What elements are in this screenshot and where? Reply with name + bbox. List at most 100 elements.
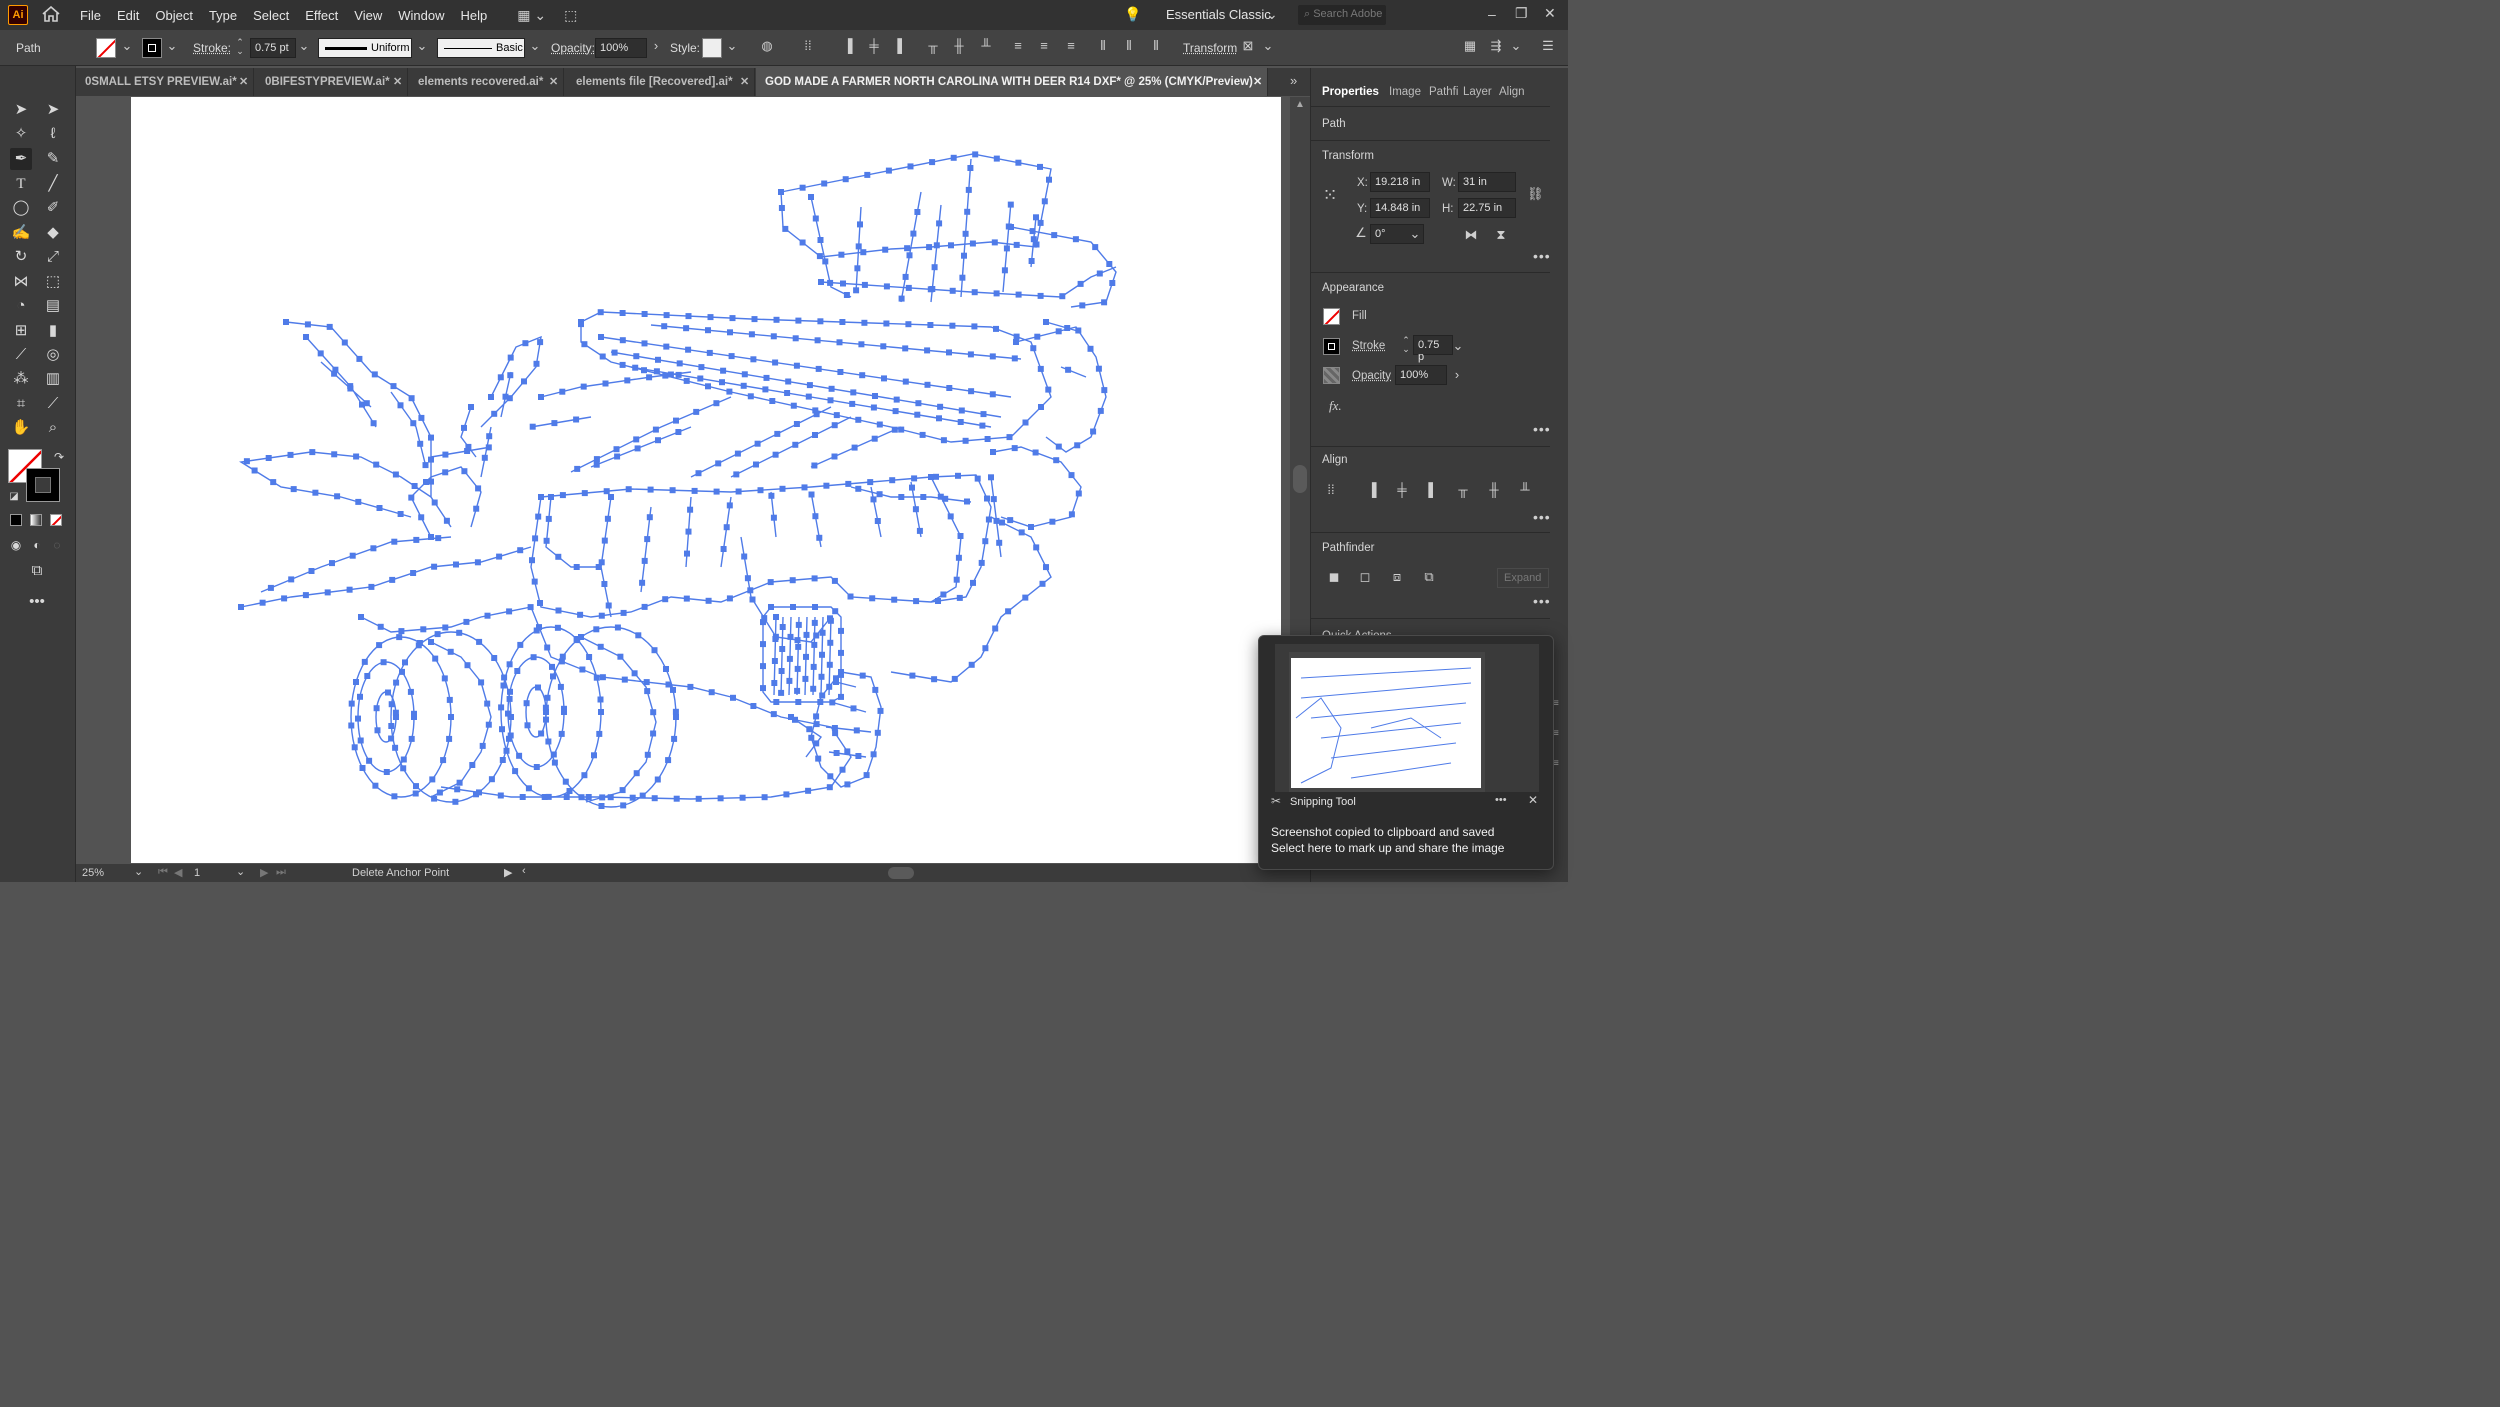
anchor-point[interactable] <box>1055 443 1062 450</box>
discover-lightbulb-icon[interactable]: 💡 <box>1124 6 1141 23</box>
anchor-point[interactable] <box>497 792 504 799</box>
anchor-point[interactable] <box>410 570 417 576</box>
distribute-top-icon[interactable]: ≡ <box>1010 38 1026 56</box>
anchor-point[interactable] <box>672 708 679 715</box>
anchor-point[interactable] <box>844 748 851 755</box>
anchor-point[interactable] <box>741 371 748 378</box>
anchor-point[interactable] <box>685 313 692 320</box>
anchor-point[interactable] <box>533 360 540 367</box>
anchor-point[interactable] <box>597 643 604 650</box>
flip-horizontal-icon[interactable]: ⧓ <box>1463 227 1479 243</box>
anchor-point[interactable] <box>507 372 514 379</box>
anchor-point[interactable] <box>597 696 604 703</box>
anchor-point[interactable] <box>838 251 845 258</box>
arrange-documents-icon[interactable]: ▦ ⌄ <box>517 7 546 24</box>
anchor-point[interactable] <box>265 455 272 461</box>
anchor-point[interactable] <box>754 440 761 447</box>
anchor-point[interactable] <box>499 757 506 763</box>
anchor-point[interactable] <box>1028 258 1035 264</box>
anchor-point[interactable] <box>992 625 999 632</box>
anchor-point[interactable] <box>676 360 683 367</box>
anchor-point[interactable] <box>1030 236 1037 243</box>
anchor-point[interactable] <box>397 402 404 409</box>
anchor-point[interactable] <box>348 700 355 707</box>
anchor-point[interactable] <box>238 604 244 610</box>
anchor-point[interactable] <box>772 636 779 642</box>
anchor-point[interactable] <box>889 477 896 484</box>
anchor-point[interactable] <box>578 794 585 801</box>
chevron-down-icon[interactable]: ⌄ <box>414 38 430 56</box>
anchor-point[interactable] <box>818 673 825 680</box>
anchor-point[interactable] <box>651 795 658 802</box>
anchor-point[interactable] <box>959 274 966 281</box>
anchor-point[interactable] <box>302 592 309 599</box>
anchor-point[interactable] <box>341 339 348 346</box>
anchor-point[interactable] <box>859 372 866 379</box>
anchor-point[interactable] <box>550 673 556 680</box>
anchor-point[interactable] <box>861 281 868 288</box>
anchor-point[interactable] <box>993 325 999 332</box>
anchor-point[interactable] <box>751 316 758 323</box>
home-icon[interactable] <box>42 5 60 25</box>
anchor-point[interactable] <box>653 368 660 375</box>
anchor-point[interactable] <box>396 634 403 641</box>
anchor-point[interactable] <box>481 454 488 461</box>
anchor-point[interactable] <box>1022 419 1029 426</box>
anchor-point[interactable] <box>842 176 849 183</box>
anchor-point[interactable] <box>484 612 491 619</box>
anchor-point[interactable] <box>1015 159 1022 166</box>
align-center-v-icon[interactable]: ╫ <box>1486 482 1502 498</box>
anchor-point[interactable] <box>598 334 604 340</box>
anchor-point[interactable] <box>819 651 825 658</box>
arrange-icon[interactable]: ▦ <box>1462 38 1478 56</box>
anchor-point[interactable] <box>1041 198 1048 205</box>
anchor-point[interactable] <box>874 729 881 736</box>
anchor-point[interactable] <box>801 484 808 491</box>
anchor-point[interactable] <box>1003 245 1010 252</box>
workspace-switcher[interactable]: Essentials Classic <box>1158 7 1279 22</box>
anchor-point[interactable] <box>949 322 956 329</box>
distribute-right-icon[interactable]: ⫴ <box>1148 38 1164 56</box>
anchor-point[interactable] <box>706 349 713 356</box>
anchor-point[interactable] <box>527 604 534 611</box>
anchor-point[interactable] <box>267 584 274 591</box>
anchor-point[interactable] <box>729 315 736 322</box>
anchor-point[interactable] <box>991 239 998 246</box>
anchor-point[interactable] <box>545 793 552 800</box>
anchor-point[interactable] <box>1018 529 1025 536</box>
anchor-point[interactable] <box>905 321 912 328</box>
anchor-point[interactable] <box>397 511 404 517</box>
anchor-point[interactable] <box>839 319 846 325</box>
anchor-point[interactable] <box>598 709 604 715</box>
anchor-point[interactable] <box>392 744 399 751</box>
anchor-point[interactable] <box>795 699 802 705</box>
anchor-point[interactable] <box>1068 511 1075 518</box>
anchor-point[interactable] <box>1007 201 1014 208</box>
chevron-right-icon[interactable]: › <box>1449 367 1465 383</box>
anchor-point[interactable] <box>802 675 809 682</box>
anchor-point[interactable] <box>461 424 467 431</box>
anchor-point[interactable] <box>778 189 784 195</box>
anchor-point[interactable] <box>506 695 513 702</box>
anchor-point[interactable] <box>473 791 479 798</box>
anchor-point[interactable] <box>978 559 985 566</box>
anchor-point[interactable] <box>750 356 757 363</box>
anchor-point[interactable] <box>898 295 905 302</box>
anchor-point[interactable] <box>1106 261 1113 267</box>
anchor-point[interactable] <box>909 484 915 491</box>
anchor-point[interactable] <box>811 641 818 648</box>
panel-options-icon[interactable]: ⇶ <box>1488 38 1504 56</box>
align-bottom-icon[interactable]: ╨ <box>1517 482 1533 498</box>
anchor-point[interactable] <box>773 699 780 705</box>
panel-collapse-icon[interactable]: » <box>1290 73 1297 88</box>
anchor-point[interactable] <box>1037 219 1044 226</box>
anchor-point[interactable] <box>619 361 626 368</box>
anchor-point[interactable] <box>331 451 338 458</box>
anchor-point[interactable] <box>538 730 545 737</box>
anchor-point[interactable] <box>768 492 775 499</box>
anchor-point[interactable] <box>561 705 567 712</box>
anchor-point[interactable] <box>808 491 815 498</box>
anchor-point[interactable] <box>348 722 355 729</box>
anchor-point[interactable] <box>823 482 830 489</box>
anchor-point[interactable] <box>968 388 975 395</box>
